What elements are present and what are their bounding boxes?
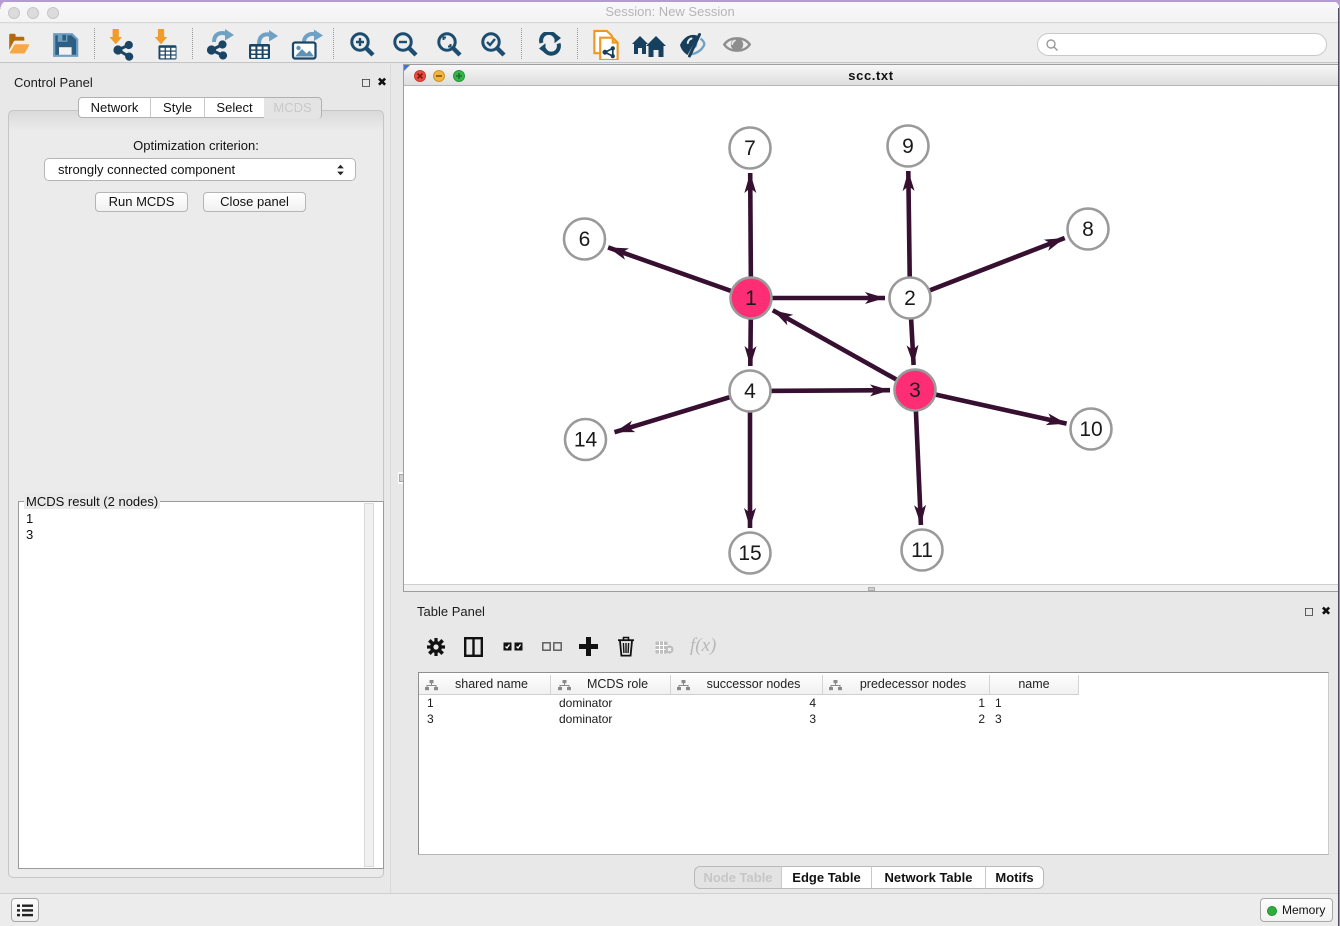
- svg-text:4: 4: [744, 380, 756, 403]
- svg-text:9: 9: [902, 135, 914, 158]
- svg-text:10: 10: [1079, 418, 1102, 441]
- svg-text:6: 6: [579, 228, 591, 251]
- svg-text:7: 7: [744, 137, 756, 160]
- svg-text:11: 11: [911, 539, 933, 562]
- svg-text:1: 1: [745, 287, 757, 310]
- svg-text:3: 3: [909, 379, 921, 402]
- svg-text:15: 15: [738, 542, 761, 565]
- svg-text:14: 14: [574, 429, 598, 452]
- svg-text:2: 2: [904, 287, 916, 310]
- svg-text:8: 8: [1082, 218, 1094, 241]
